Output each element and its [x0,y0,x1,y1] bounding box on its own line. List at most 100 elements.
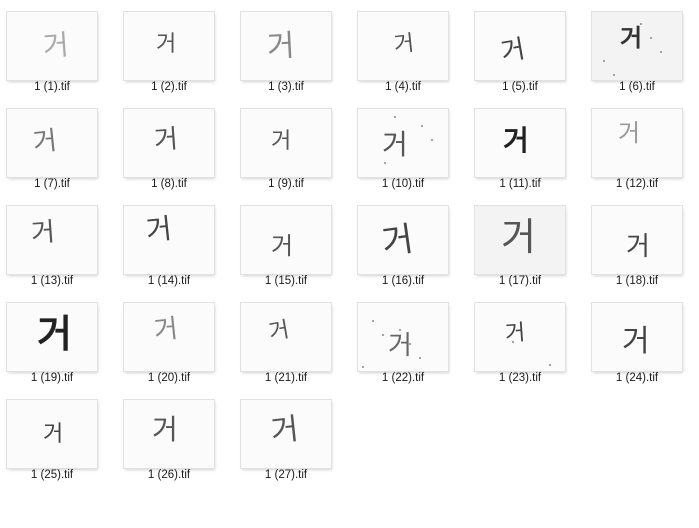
file-item[interactable]: 거 1 (25).tif [0,392,110,484]
file-thumbnail[interactable]: 거 [592,109,682,177]
file-thumbnail[interactable]: 거 [475,12,565,80]
file-thumbnail[interactable]: 거 [124,400,214,468]
handwritten-glyph: 거 [392,31,416,58]
file-item[interactable]: 거 1 (15).tif [234,198,344,290]
handwritten-glyph: 거 [498,34,528,68]
file-name-label: 1 (10).tif [381,178,425,190]
scan-speck [409,343,411,345]
scan-speck [613,74,615,76]
handwritten-glyph: 거 [156,32,177,57]
file-item[interactable]: 거 1 (22).tif [351,295,461,387]
file-thumbnail[interactable]: 거 [241,303,331,371]
file-thumbnail[interactable]: 거 [241,400,331,468]
file-name-label: 1 (2).tif [151,81,187,93]
handwritten-glyph: 거 [31,125,59,159]
file-thumbnail[interactable]: 거 [475,303,565,371]
scan-speck [640,23,642,25]
file-item[interactable]: 거 1 (1).tif [0,4,110,96]
file-thumbnail[interactable]: 거 [7,206,97,274]
file-item[interactable]: 거 1 (2).tif [117,4,227,96]
file-thumbnail[interactable]: 거 [7,303,97,371]
file-thumbnail[interactable]: 거 [241,109,331,177]
file-item[interactable]: 거 1 (3).tif [234,4,344,96]
file-name-label: 1 (16).tif [381,275,425,287]
scan-speck [421,125,423,127]
file-thumbnail[interactable]: 거 [124,303,214,371]
file-item[interactable]: 거 1 (21).tif [234,295,344,387]
file-item[interactable]: 거 1 (16).tif [351,198,461,290]
handwritten-glyph: 거 [152,313,180,347]
handwritten-glyph: 거 [622,324,650,359]
handwritten-glyph: 거 [152,124,179,156]
file-name-label: 1 (15).tif [264,275,308,287]
file-item[interactable]: 거 1 (7).tif [0,101,110,193]
file-thumbnail[interactable]: 거 [475,206,565,274]
file-item[interactable]: 거 1 (5).tif [468,4,578,96]
file-item[interactable]: 거 1 (17).tif [468,198,578,290]
file-name-label: 1 (8).tif [151,178,187,190]
handwritten-glyph: 거 [266,28,296,65]
file-item[interactable]: 거 1 (10).tif [351,101,461,193]
file-thumbnail[interactable]: 거 [124,12,214,80]
file-name-label: 1 (9).tif [268,178,304,190]
file-thumbnail[interactable]: 거 [358,303,448,371]
file-item[interactable]: 거 1 (6).tif [585,4,695,96]
file-item[interactable]: 거 1 (9).tif [234,101,344,193]
scan-speck [394,116,396,118]
handwritten-glyph: 거 [43,422,64,447]
file-item[interactable]: 거 1 (18).tif [585,198,695,290]
file-thumbnail[interactable]: 거 [241,206,331,274]
file-item[interactable]: 거 1 (23).tif [468,295,578,387]
file-thumbnail[interactable]: 거 [358,109,448,177]
scan-speck [384,162,386,164]
file-name-label: 1 (17).tif [498,275,542,287]
file-name-label: 1 (25).tif [30,469,74,481]
file-name-label: 1 (24).tif [615,372,659,384]
file-item[interactable]: 거 1 (26).tif [117,392,227,484]
file-item[interactable]: 거 1 (19).tif [0,295,110,387]
file-item[interactable]: 거 1 (27).tif [234,392,344,484]
file-thumbnail[interactable]: 거 [592,12,682,80]
file-thumbnail-grid: 거 1 (1).tif 거 1 (2).tif 거 1 (3).tif 거 1 (4).tif… [0,0,699,528]
file-item[interactable]: 거 1 (12).tif [585,101,695,193]
file-name-label: 1 (14).tif [147,275,191,287]
file-thumbnail[interactable]: 거 [592,303,682,371]
file-item[interactable]: 거 1 (4).tif [351,4,461,96]
file-name-label: 1 (6).tif [619,81,655,93]
file-thumbnail[interactable]: 거 [241,12,331,80]
file-name-label: 1 (7).tif [34,178,70,190]
file-thumbnail[interactable]: 거 [124,206,214,274]
handwritten-glyph: 거 [37,312,72,356]
file-item[interactable]: 거 1 (20).tif [117,295,227,387]
file-name-label: 1 (26).tif [147,469,191,481]
file-item[interactable]: 거 1 (24).tif [585,295,695,387]
file-thumbnail[interactable]: 거 [592,206,682,274]
file-thumbnail[interactable]: 거 [7,109,97,177]
file-item[interactable]: 거 1 (11).tif [468,101,578,193]
scan-speck [372,320,374,322]
file-name-label: 1 (13).tif [30,275,74,287]
handwritten-glyph: 거 [382,128,408,161]
file-thumbnail[interactable]: 거 [124,109,214,177]
file-name-label: 1 (1).tif [34,81,70,93]
file-name-label: 1 (4).tif [385,81,421,93]
handwritten-glyph: 거 [620,24,643,52]
file-item[interactable]: 거 1 (13).tif [0,198,110,290]
handwritten-glyph: 거 [504,320,527,347]
file-name-label: 1 (22).tif [381,372,425,384]
file-thumbnail[interactable]: 거 [475,109,565,177]
file-name-label: 1 (20).tif [147,372,191,384]
handwritten-glyph: 거 [618,119,641,147]
file-item[interactable]: 거 1 (14).tif [117,198,227,290]
file-thumbnail[interactable]: 거 [7,400,97,468]
scan-speck [431,139,433,141]
file-thumbnail[interactable]: 거 [358,12,448,80]
file-thumbnail[interactable]: 거 [7,12,97,80]
file-name-label: 1 (23).tif [498,372,542,384]
handwritten-glyph: 거 [271,129,292,154]
file-thumbnail[interactable]: 거 [358,206,448,274]
file-name-label: 1 (5).tif [502,81,538,93]
handwritten-glyph: 거 [29,217,56,249]
file-item[interactable]: 거 1 (8).tif [117,101,227,193]
scan-speck [419,357,421,359]
